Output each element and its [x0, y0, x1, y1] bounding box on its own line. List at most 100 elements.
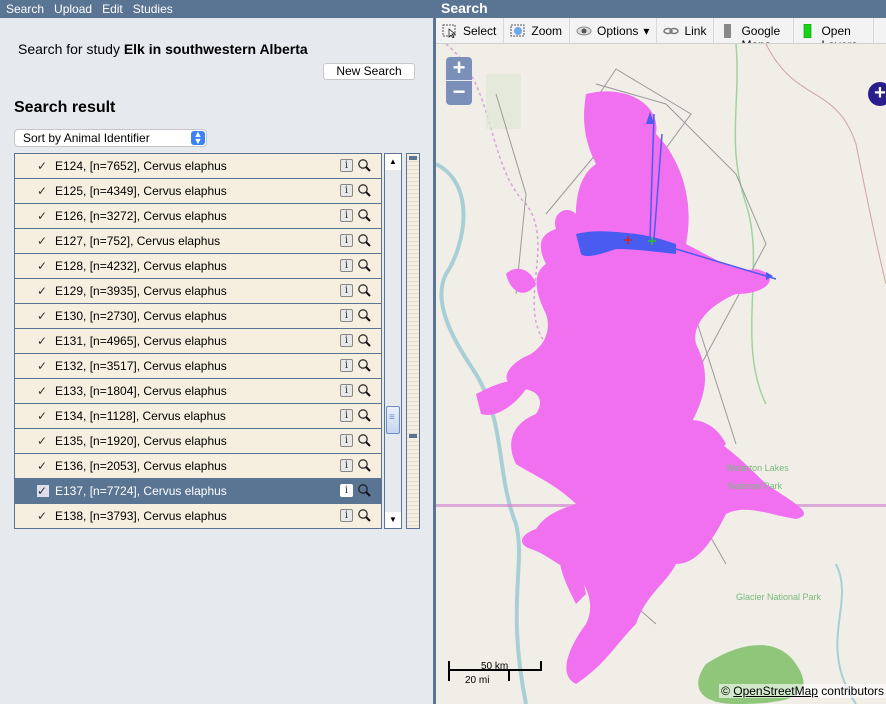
- osm-link[interactable]: OpenStreetMap: [733, 684, 818, 698]
- row-checkbox[interactable]: ✓: [37, 435, 49, 447]
- magnifier-icon[interactable]: [357, 208, 371, 222]
- info-icon[interactable]: i: [340, 334, 353, 347]
- study-name: Elk in southwestern Alberta: [123, 41, 308, 57]
- info-icon[interactable]: i: [340, 159, 353, 172]
- toolbar-zoom-button[interactable]: Zoom: [504, 18, 571, 43]
- list-scrollbar[interactable]: ▲ ▼: [384, 153, 402, 529]
- magnifier-icon[interactable]: [357, 408, 371, 422]
- result-row[interactable]: ✓ E125, [n=4349], Cervus elaphus i: [15, 179, 381, 204]
- row-checkbox[interactable]: ✓: [37, 410, 49, 422]
- search-panel: Search Upload Edit Studies Search for st…: [0, 0, 433, 704]
- info-icon[interactable]: i: [340, 259, 353, 272]
- toolbar-open-layers-button[interactable]: Open Layers: [794, 18, 875, 43]
- info-icon[interactable]: i: [340, 309, 353, 322]
- result-row[interactable]: ✓ E132, [n=3517], Cervus elaphus i: [15, 354, 381, 379]
- map-canvas: Waterton Lakes National Park Glacier Nat…: [436, 44, 886, 704]
- info-icon[interactable]: i: [340, 384, 353, 397]
- page-marker-top: [409, 156, 417, 160]
- result-row[interactable]: ✓ E130, [n=2730], Cervus elaphus i: [15, 304, 381, 329]
- zoom-in-button[interactable]: +: [446, 57, 472, 81]
- row-checkbox[interactable]: ✓: [37, 310, 49, 322]
- result-row[interactable]: ✓ E126, [n=3272], Cervus elaphus i: [15, 204, 381, 229]
- toolbar-options-button[interactable]: Options ▾: [570, 18, 658, 43]
- park-label-national: National Park: [728, 481, 783, 491]
- toolbar-label: Google Maps: [741, 24, 781, 43]
- row-checkbox[interactable]: ✓: [37, 160, 49, 172]
- new-search-button[interactable]: New Search: [323, 63, 415, 80]
- toolbar-google-maps-button[interactable]: Google Maps: [714, 18, 795, 43]
- row-checkbox[interactable]: ✓: [37, 510, 49, 522]
- row-label: E138, [n=3793], Cervus elaphus: [55, 509, 227, 523]
- gray-square-icon: [724, 24, 732, 38]
- nav-search[interactable]: Search: [6, 2, 44, 16]
- row-checkbox[interactable]: ✓: [37, 485, 49, 497]
- toolbar-select-button[interactable]: Select: [436, 18, 505, 43]
- toolbar-link-button[interactable]: Link: [657, 18, 715, 43]
- nav-studies[interactable]: Studies: [133, 2, 173, 16]
- row-checkbox[interactable]: ✓: [37, 210, 49, 222]
- scroll-thumb[interactable]: [386, 406, 400, 434]
- row-checkbox[interactable]: ✓: [37, 285, 49, 297]
- result-row[interactable]: ✓ E127, [n=752], Cervus elaphus i: [15, 229, 381, 254]
- row-checkbox[interactable]: ✓: [37, 385, 49, 397]
- magnifier-icon[interactable]: [357, 333, 371, 347]
- info-icon[interactable]: i: [340, 184, 353, 197]
- page-overview-bar[interactable]: [406, 153, 420, 529]
- result-row[interactable]: ✓ E128, [n=4232], Cervus elaphus i: [15, 254, 381, 279]
- info-icon[interactable]: i: [340, 484, 353, 497]
- row-checkbox[interactable]: ✓: [37, 335, 49, 347]
- row-label: E134, [n=1128], Cervus elaphus: [55, 409, 226, 423]
- magnifier-icon[interactable]: [357, 258, 371, 272]
- magnifier-icon[interactable]: [357, 308, 371, 322]
- info-icon[interactable]: i: [340, 234, 353, 247]
- magnifier-icon[interactable]: [357, 358, 371, 372]
- result-row[interactable]: ✓ E129, [n=3935], Cervus elaphus i: [15, 279, 381, 304]
- layer-switcher-button[interactable]: +: [868, 82, 886, 106]
- river: [436, 162, 528, 704]
- magnifier-icon[interactable]: [357, 383, 371, 397]
- sort-select[interactable]: Sort by Animal Identifier ▲ ▼: [14, 129, 207, 147]
- result-row[interactable]: ✓ E131, [n=4965], Cervus elaphus i: [15, 329, 381, 354]
- info-icon[interactable]: i: [340, 284, 353, 297]
- nav-edit[interactable]: Edit: [102, 2, 123, 16]
- magnifier-icon[interactable]: [357, 183, 371, 197]
- result-row[interactable]: ✓ E136, [n=2053], Cervus elaphus i: [15, 454, 381, 479]
- info-icon[interactable]: i: [340, 409, 353, 422]
- toolbar-label: Open Layers: [821, 24, 857, 43]
- result-row[interactable]: ✓ E134, [n=1128], Cervus elaphus i: [15, 404, 381, 429]
- scroll-up-icon[interactable]: ▲: [385, 154, 401, 170]
- info-icon[interactable]: i: [340, 509, 353, 522]
- road: [765, 44, 886, 285]
- magnifier-icon[interactable]: [357, 458, 371, 472]
- row-checkbox[interactable]: ✓: [37, 260, 49, 272]
- magnifier-icon[interactable]: [357, 483, 371, 497]
- row-checkbox[interactable]: ✓: [37, 360, 49, 372]
- magnifier-icon[interactable]: [357, 433, 371, 447]
- magnifier-icon[interactable]: [357, 283, 371, 297]
- magnifier-icon[interactable]: [357, 158, 371, 172]
- magnifier-icon[interactable]: [357, 508, 371, 522]
- nav-upload[interactable]: Upload: [54, 2, 92, 16]
- info-icon[interactable]: i: [340, 359, 353, 372]
- info-icon[interactable]: i: [340, 209, 353, 222]
- magnifier-icon[interactable]: [357, 233, 371, 247]
- row-checkbox[interactable]: ✓: [37, 460, 49, 472]
- map-toolbar: Select Zoom Options ▾ Link Google Maps Open La…: [436, 18, 886, 44]
- map-view[interactable]: Waterton Lakes National Park Glacier Nat…: [436, 44, 886, 704]
- zoom-out-button[interactable]: −: [446, 81, 472, 105]
- row-label: E133, [n=1804], Cervus elaphus: [55, 384, 227, 398]
- result-row[interactable]: ✓ E135, [n=1920], Cervus elaphus i: [15, 429, 381, 454]
- row-checkbox[interactable]: ✓: [37, 185, 49, 197]
- boundary: [734, 44, 767, 405]
- result-row[interactable]: ✓ E133, [n=1804], Cervus elaphus i: [15, 379, 381, 404]
- info-icon[interactable]: i: [340, 459, 353, 472]
- result-row[interactable]: ✓ E124, [n=7652], Cervus elaphus i: [15, 154, 381, 179]
- result-row[interactable]: ✓ E138, [n=3793], Cervus elaphus i: [15, 504, 381, 528]
- row-checkbox[interactable]: ✓: [37, 235, 49, 247]
- select-arrows-icon: ▲ ▼: [191, 130, 205, 146]
- page-marker-current: [409, 434, 417, 438]
- scale-bar: 50 km 20 mi: [448, 656, 542, 686]
- scroll-down-icon[interactable]: ▼: [385, 512, 401, 528]
- result-row[interactable]: ✓ E137, [n=7724], Cervus elaphus i: [15, 479, 381, 504]
- info-icon[interactable]: i: [340, 434, 353, 447]
